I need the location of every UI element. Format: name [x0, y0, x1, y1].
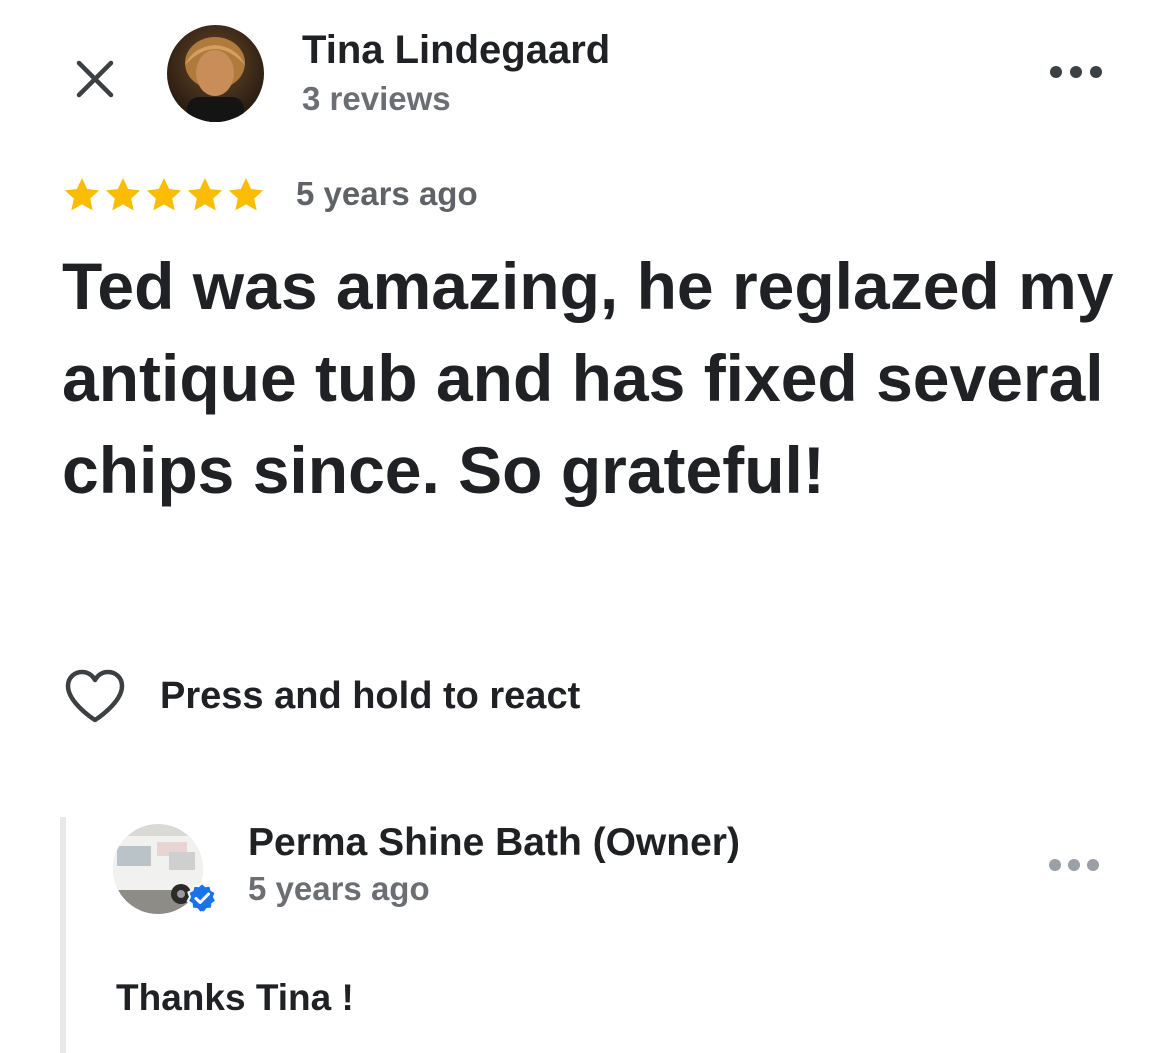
react-label: Press and hold to react: [160, 674, 581, 717]
review-date: 5 years ago: [296, 175, 478, 212]
more-horizontal-icon: [1050, 66, 1102, 78]
owner-avatar[interactable]: [113, 824, 218, 914]
star-icon: [187, 178, 223, 211]
owner-reply-date: 5 years ago: [248, 870, 430, 907]
verified-check-icon: [186, 882, 218, 914]
owner-name[interactable]: Perma Shine Bath (Owner): [248, 821, 740, 865]
heart-outline-icon: [65, 669, 125, 723]
reviewer-name[interactable]: Tina Lindegaard: [302, 28, 610, 73]
react-button[interactable]: Press and hold to react: [64, 668, 580, 724]
reviewer-avatar[interactable]: [167, 25, 264, 122]
close-button[interactable]: [62, 46, 128, 112]
more-horizontal-icon: [1049, 859, 1099, 871]
star-rating: [62, 175, 266, 215]
review-more-options-button[interactable]: [1046, 52, 1106, 92]
reply-divider: [60, 817, 66, 1053]
star-icon: [105, 178, 141, 211]
close-icon: [76, 60, 114, 98]
reply-more-options-button[interactable]: [1044, 845, 1104, 885]
stars-container: [62, 175, 266, 215]
review-text: Ted was amazing, he reglazed my antique …: [62, 249, 1114, 507]
star-icon: [228, 178, 264, 211]
star-icon: [146, 178, 182, 211]
star-icon: [64, 178, 100, 211]
reviewer-review-count: 3 reviews: [302, 80, 451, 117]
owner-reply-text: Thanks Tina !: [116, 977, 354, 1018]
